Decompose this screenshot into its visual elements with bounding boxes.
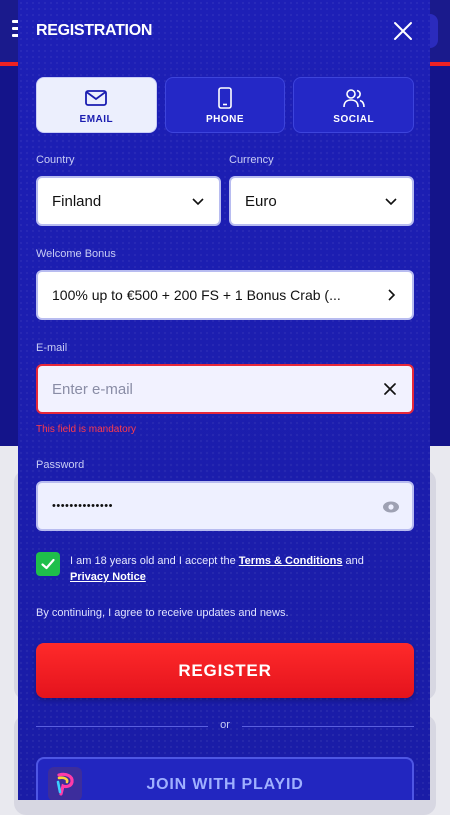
- registration-modal: REGISTRATION EMAIL PHONE SOCIAL Country …: [18, 0, 430, 800]
- tab-email[interactable]: EMAIL: [36, 77, 157, 133]
- consent-and: and: [342, 555, 364, 567]
- welcome-bonus-value: 100% up to €500 + 200 FS + 1 Bonus Crab …: [52, 287, 341, 303]
- phone-icon: [218, 86, 232, 109]
- welcome-bonus-select[interactable]: 100% up to €500 + 200 FS + 1 Bonus Crab …: [36, 270, 414, 320]
- currency-value: Euro: [245, 192, 277, 210]
- password-field[interactable]: ••••••••••••••: [36, 481, 414, 531]
- tab-phone-label: PHONE: [205, 113, 245, 125]
- welcome-bonus-label: Welcome Bonus: [36, 248, 116, 260]
- chevron-right-icon: [388, 289, 396, 301]
- terms-link[interactable]: Terms & Conditions: [239, 555, 343, 567]
- register-button[interactable]: REGISTER: [36, 643, 414, 698]
- divider-left: [36, 726, 208, 727]
- password-label: Password: [36, 459, 85, 471]
- or-label: or: [220, 719, 230, 731]
- consent-text: I am 18 years old and I accept the Terms…: [70, 553, 410, 585]
- tab-phone[interactable]: PHONE: [164, 77, 286, 133]
- currency-select[interactable]: Euro: [229, 176, 414, 226]
- mail-icon: [85, 89, 108, 106]
- updates-notice: By continuing, I agree to receive update…: [36, 607, 289, 619]
- tab-social-label: SOCIAL: [333, 113, 375, 125]
- playid-label: JOIN WITH PLAYID: [146, 776, 304, 793]
- close-button[interactable]: [390, 18, 416, 44]
- email-field[interactable]: Enter e-mail: [36, 364, 414, 414]
- chevron-down-icon: [192, 198, 204, 206]
- country-value: Finland: [52, 192, 102, 210]
- modal-header: REGISTRATION: [18, 0, 430, 62]
- currency-label: Currency: [229, 154, 274, 166]
- playid-logo-icon: [48, 767, 82, 800]
- email-label: E-mail: [36, 342, 68, 354]
- age-consent-checkbox[interactable]: [36, 552, 60, 576]
- divider-right: [242, 726, 414, 727]
- country-label: Country: [36, 154, 75, 166]
- check-icon: [41, 558, 55, 570]
- users-icon: [342, 88, 365, 107]
- close-icon: [394, 22, 412, 40]
- tab-email-label: EMAIL: [79, 113, 114, 125]
- privacy-link[interactable]: Privacy Notice: [70, 571, 146, 583]
- email-placeholder: Enter e-mail: [52, 380, 133, 398]
- tab-social[interactable]: SOCIAL: [293, 77, 415, 133]
- join-with-playid-button[interactable]: JOIN WITH PLAYID: [36, 757, 414, 800]
- consent-prefix: I am 18 years old and I accept the: [70, 555, 239, 567]
- eye-icon[interactable]: [382, 500, 400, 514]
- registration-tabs: EMAIL PHONE SOCIAL: [36, 77, 415, 133]
- password-value: ••••••••••••••: [52, 500, 113, 512]
- chevron-down-icon: [385, 198, 397, 206]
- email-error-text: This field is mandatory: [36, 424, 137, 435]
- country-select[interactable]: Finland: [36, 176, 221, 226]
- modal-title: REGISTRATION: [36, 22, 153, 39]
- clear-icon[interactable]: [384, 383, 396, 395]
